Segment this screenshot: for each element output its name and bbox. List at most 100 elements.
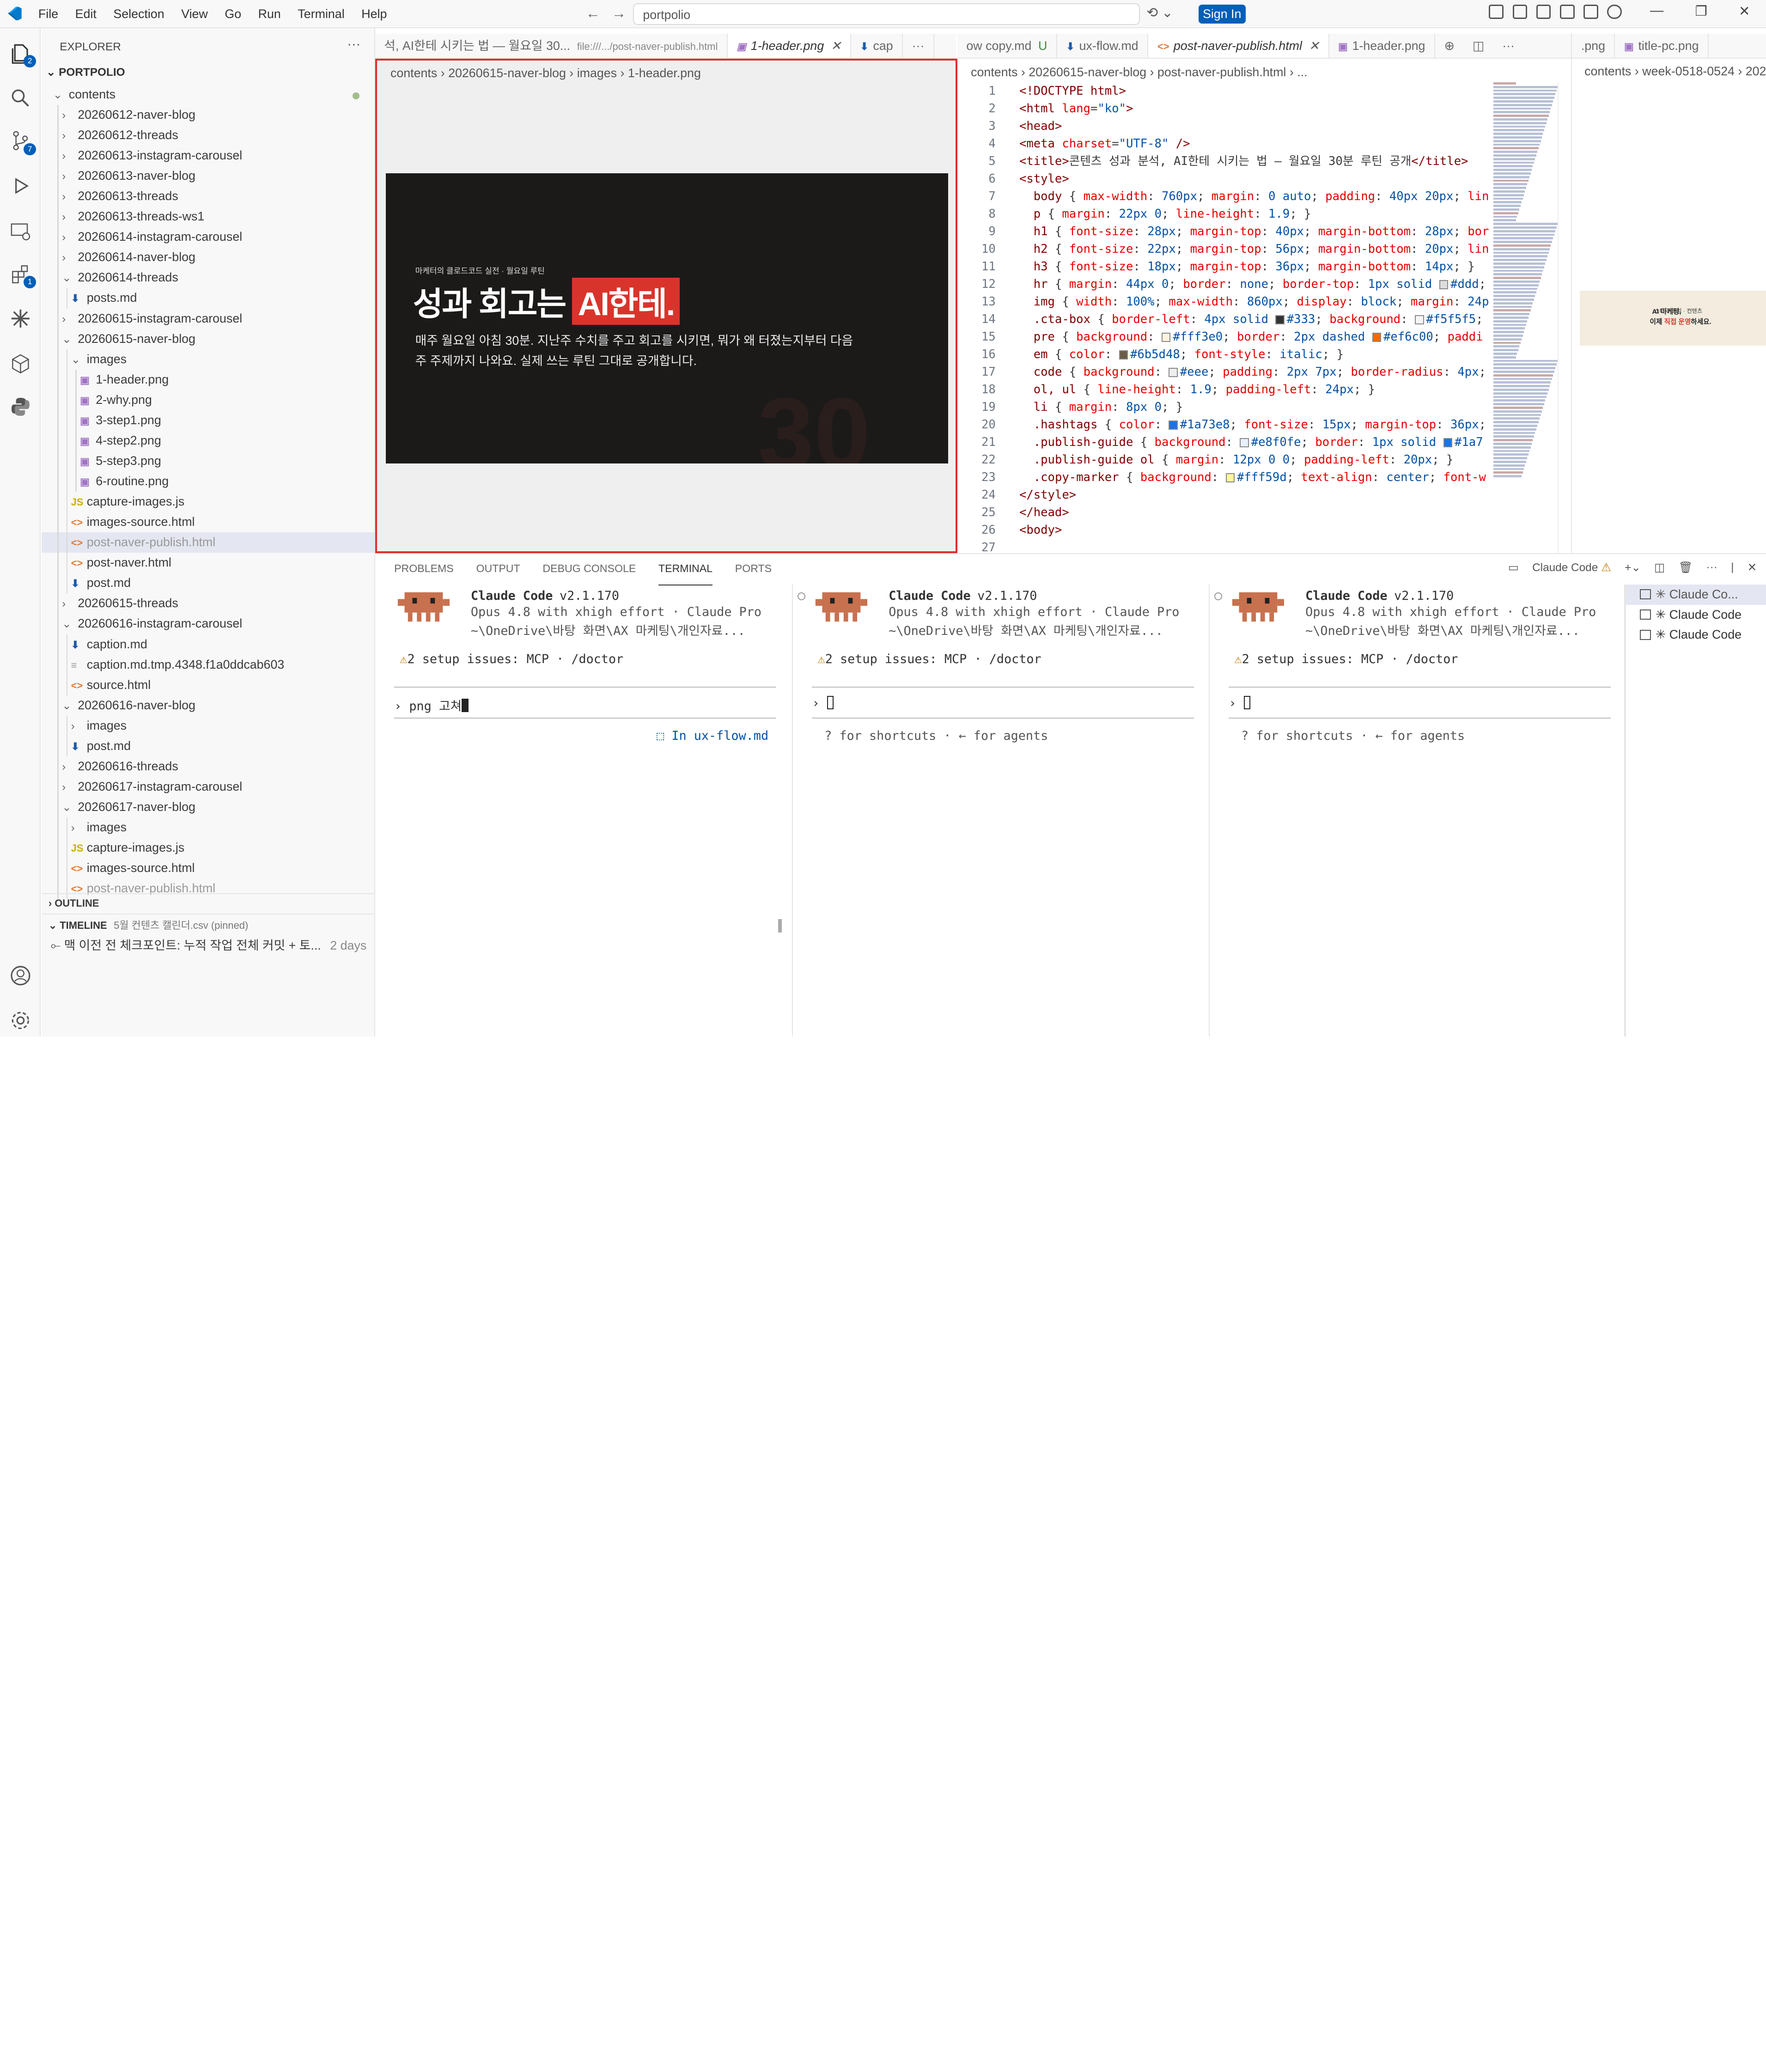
explorer-icon[interactable]: 2 — [9, 42, 36, 68]
breadcrumb-item[interactable]: contents — [390, 66, 437, 80]
close-panel-icon[interactable]: ✕ — [1748, 561, 1757, 574]
kill-terminal-icon[interactable]: 🗑 — [1678, 561, 1693, 574]
terminal-list-item[interactable]: ✳ Claude Co... — [1626, 584, 1766, 605]
terminal-pane[interactable]: Claude Code v2.1.170 Opus 4.8 with xhigh e… — [375, 584, 793, 1036]
new-terminal-icon[interactable]: +⌄ — [1625, 561, 1641, 574]
menu-item-edit[interactable]: Edit — [75, 7, 97, 21]
globe-icon[interactable] — [1607, 4, 1622, 19]
timeline-header[interactable]: ⌄ TIMELINE 5월 컨텐츠 캘린더.csv (pinned) — [42, 914, 375, 936]
active-terminal-name[interactable]: Claude Code ⚠ — [1532, 561, 1611, 574]
tree-file[interactable]: ⬇ post.md — [42, 736, 375, 756]
editor-tab[interactable]: ⬇ cap — [851, 34, 903, 58]
prompt-line[interactable]: › — [812, 695, 834, 710]
command-center-search[interactable]: portpolio — [633, 3, 1140, 25]
back-arrow-icon[interactable]: ← — [586, 5, 601, 22]
breadcrumb-item[interactable]: 20260615-naver-blog — [1029, 65, 1146, 79]
editor-tab[interactable]: .png — [1572, 34, 1615, 58]
menu-item-run[interactable]: Run — [258, 7, 281, 21]
tree-file[interactable]: <> source.html — [42, 675, 375, 695]
breadcrumb-item[interactable]: 20260615-naver-blog — [448, 66, 566, 80]
prompt-line[interactable]: › png 고쳐 — [394, 696, 469, 714]
tree-folder[interactable]: › 20260617-instagram-carousel — [42, 776, 375, 797]
copilot-chat-icon[interactable] — [1489, 4, 1504, 19]
tree-folder[interactable]: › 20260612-naver-blog — [42, 104, 375, 125]
editor-tab[interactable]: ⬇ ux-flow.md — [1057, 34, 1149, 58]
toggle-secondary-sidebar-icon[interactable] — [1583, 4, 1598, 19]
toggle-panel-icon[interactable] — [1559, 4, 1575, 19]
containers-icon[interactable] — [9, 353, 32, 375]
code-editor[interactable]: 1 <!DOCTYPE html> 2 <html lang="ko"> 3 <head>… — [957, 82, 1490, 553]
tree-folder[interactable]: › 20260612-threads — [42, 125, 375, 146]
tree-file[interactable]: <> images-source.html — [42, 512, 375, 533]
tree-folder[interactable]: › 20260613-instagram-carousel — [42, 146, 375, 166]
tree-file[interactable]: ▣ 3-step1.png — [42, 410, 375, 431]
terminal-pane[interactable]: Claude Code v2.1.170 Opus 4.8 with xhigh e… — [1210, 584, 1626, 1036]
editor-tab[interactable]: ▣ 1-header.png ✕ — [727, 34, 851, 58]
tree-folder[interactable]: ⌄ 20260616-instagram-carousel — [42, 614, 375, 634]
timeline-entry[interactable]: ⟜ 맥 이전 전 체크포인트: 누적 작업 전체 커밋 + 토... 2 days — [42, 935, 375, 953]
breadcrumb-item[interactable]: week-0518-0524 — [1642, 64, 1735, 78]
prompt-line[interactable]: › — [1229, 695, 1251, 710]
account-icon[interactable] — [9, 964, 32, 987]
python-icon[interactable] — [9, 396, 32, 418]
editor-tab[interactable]: ▣ title-pc.png — [1615, 34, 1709, 58]
tab-more-icon[interactable]: ··· — [903, 34, 934, 58]
tree-file[interactable]: JS capture-images.js — [42, 838, 375, 859]
close-tab-icon[interactable]: ✕ — [831, 39, 841, 53]
menu-item-help[interactable]: Help — [361, 7, 387, 21]
editor-tab[interactable]: 석, AI한테 시키는 법 — 월요일 30... file:///.../pos… — [375, 34, 728, 58]
tree-folder[interactable]: › images — [42, 715, 375, 736]
tree-folder[interactable]: ⌄ 20260614-threads — [42, 268, 375, 288]
split-editor-icon[interactable]: ◫ — [1463, 34, 1493, 58]
menu-item-terminal[interactable]: Terminal — [298, 7, 344, 21]
menu-item-view[interactable]: View — [181, 7, 208, 21]
tree-file[interactable]: ⬇ caption.md — [42, 634, 375, 655]
restore-icon[interactable]: ❐ — [1695, 3, 1707, 19]
editor-tab[interactable]: ▣ 1-header.png — [1329, 34, 1435, 58]
outline-section[interactable]: › OUTLINE — [42, 893, 375, 914]
breadcrumb-item[interactable]: ... — [1297, 65, 1307, 79]
tree-file[interactable]: ▣ 5-step3.png — [42, 451, 375, 471]
menu-item-go[interactable]: Go — [225, 7, 241, 21]
run-debug-icon[interactable] — [9, 175, 32, 197]
customize-layout-icon[interactable] — [1512, 4, 1528, 19]
panel-chevron-icon[interactable]: | — [1731, 561, 1734, 574]
tree-folder[interactable]: › 20260616-threads — [42, 756, 375, 777]
tree-folder[interactable]: ⌄ images — [42, 349, 375, 370]
prompt-box[interactable]: › — [1229, 687, 1611, 719]
prompt-box[interactable]: › png 고쳐 — [394, 687, 776, 719]
tree-folder[interactable]: › 20260613-naver-blog — [42, 166, 375, 187]
breadcrumb-item[interactable]: contents — [1584, 64, 1631, 78]
tree-folder[interactable]: › 20260613-threads-ws1 — [42, 207, 375, 227]
breadcrumb-item[interactable]: 202 — [1746, 64, 1766, 78]
tab-more-icon[interactable]: ··· — [1493, 34, 1524, 58]
menu-item-selection[interactable]: Selection — [113, 7, 164, 21]
tree-file[interactable]: ⬇ post.md — [42, 573, 375, 594]
remote-explorer-icon[interactable] — [9, 219, 32, 242]
terminal-icon[interactable]: ▭ — [1508, 561, 1519, 574]
tree-folder[interactable]: ⌄ contents — [42, 85, 375, 105]
settings-gear-icon[interactable] — [9, 1009, 32, 1032]
forward-arrow-icon[interactable]: → — [612, 5, 627, 22]
prompt-box[interactable]: › — [812, 687, 1194, 719]
tree-file[interactable]: ▣ 4-step2.png — [42, 430, 375, 451]
panel-tab-debug-console[interactable]: DEBUG CONSOLE — [542, 554, 636, 585]
menu-item-file[interactable]: File — [38, 7, 58, 21]
terminal-list-item[interactable]: ✳ Claude Code — [1626, 625, 1766, 645]
tree-folder[interactable]: › 20260614-naver-blog — [42, 247, 375, 268]
prompt-input[interactable]: png 고쳐 — [409, 699, 462, 713]
breadcrumb-item[interactable]: images — [577, 66, 617, 80]
breadcrumb-item[interactable]: contents — [971, 65, 1017, 79]
tree-file[interactable]: <> post-naver-publish.html — [42, 532, 375, 553]
panel-tab-ports[interactable]: PORTS — [735, 554, 772, 585]
close-window-icon[interactable]: ✕ — [1739, 3, 1750, 19]
editor-tab[interactable]: ow copy.md U — [957, 34, 1057, 58]
sign-in-button[interactable]: Sign In — [1198, 4, 1246, 24]
tree-file[interactable]: <> post-naver.html — [42, 553, 375, 573]
editor-scrollbar[interactable] — [1558, 82, 1569, 553]
terminal-pane[interactable]: Claude Code v2.1.170 Opus 4.8 with xhigh e… — [793, 584, 1210, 1036]
copilot-icon[interactable]: ⟲ ⌄ — [1146, 5, 1173, 21]
tree-folder[interactable]: › 20260613-threads — [42, 186, 375, 207]
claude-icon[interactable] — [9, 307, 32, 330]
tree-folder[interactable]: ⌄ 20260615-naver-blog — [42, 329, 375, 349]
